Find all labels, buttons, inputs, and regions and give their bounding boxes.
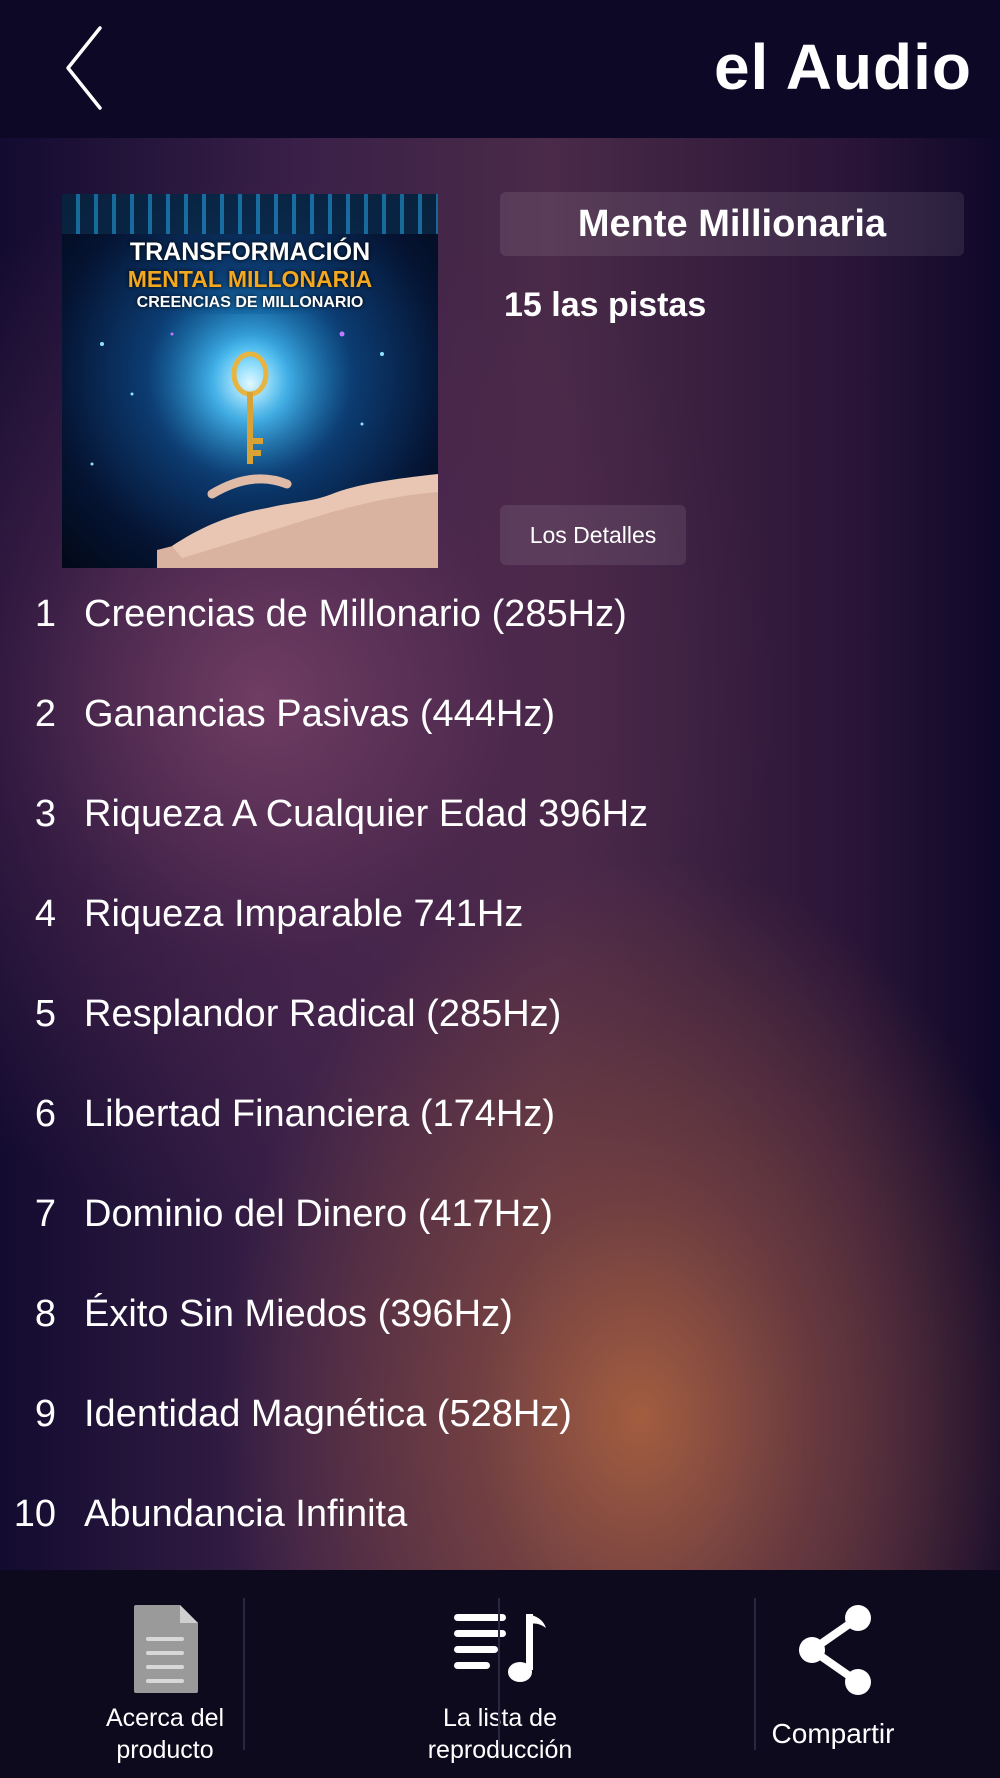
cover-line-2: MENTAL MILLONARIA: [127, 266, 373, 292]
track-item[interactable]: 9 Identidad Magnética (528Hz): [0, 1393, 1000, 1493]
bottom-nav-bar: Acerca del producto La lista de reproduc…: [0, 1570, 1000, 1778]
track-title: Riqueza Imparable 741Hz: [84, 893, 524, 935]
track-number: 6: [34, 1093, 56, 1135]
track-item[interactable]: 1 Creencias de Millonario (285Hz): [0, 593, 1000, 693]
document-icon: [134, 1605, 198, 1693]
nav-playlist[interactable]: La lista de reproducción: [330, 1570, 670, 1778]
track-title: Creencias de Millonario (285Hz): [84, 593, 627, 635]
cover-light-strip: [62, 194, 438, 234]
track-count: 15 las pistas: [504, 286, 707, 324]
nav-share[interactable]: Compartir: [760, 1570, 906, 1778]
top-bar: el Audio: [0, 0, 1000, 138]
cover-line-3: CREENCIAS DE MILLONARIO: [136, 294, 364, 311]
main-content: TRANSFORMACIÓN MENTAL MILLONARIA CREENCI…: [0, 138, 1000, 1570]
chevron-left-icon: [66, 26, 102, 110]
cover-line-1: TRANSFORMACIÓN: [129, 238, 371, 266]
track-number: 2: [34, 693, 56, 735]
track-title: Resplandor Radical (285Hz): [84, 993, 562, 1035]
track-item[interactable]: 7 Dominio del Dinero (417Hz): [0, 1193, 1000, 1293]
track-item[interactable]: 8 Éxito Sin Miedos (396Hz): [0, 1293, 1000, 1393]
track-number: 10: [13, 1493, 56, 1535]
track-number: 7: [34, 1193, 56, 1235]
track-number: 8: [34, 1293, 56, 1335]
nav-divider: [243, 1598, 245, 1750]
track-item[interactable]: 10 Abundancia Infinita: [0, 1493, 1000, 1570]
nav-divider: [754, 1598, 756, 1750]
track-item[interactable]: 5 Resplandor Radical (285Hz): [0, 993, 1000, 1093]
track-title: Riqueza A Cualquier Edad 396Hz: [84, 793, 649, 835]
track-title: Ganancias Pasivas (444Hz): [84, 693, 555, 735]
track-title: Dominio del Dinero (417Hz): [84, 1193, 553, 1235]
track-number: 5: [34, 993, 56, 1035]
album-cover[interactable]: TRANSFORMACIÓN MENTAL MILLONARIA CREENCI…: [62, 194, 438, 568]
track-title: Éxito Sin Miedos (396Hz): [84, 1293, 513, 1335]
nav-label-about: Acerca del producto: [105, 1704, 225, 1764]
share-icon: [799, 1605, 871, 1695]
track-item[interactable]: 3 Riqueza A Cualquier Edad 396Hz: [0, 793, 1000, 893]
track-number: 4: [34, 893, 56, 935]
track-number: 1: [34, 593, 56, 635]
nav-label-playlist: La lista de reproducción: [427, 1704, 573, 1764]
track-item[interactable]: 4 Riqueza Imparable 741Hz: [0, 893, 1000, 993]
track-title: Libertad Financiera (174Hz): [84, 1093, 556, 1135]
track-number: 3: [34, 793, 56, 835]
track-number: 9: [34, 1393, 56, 1435]
track-item[interactable]: 6 Libertad Financiera (174Hz): [0, 1093, 1000, 1193]
nav-divider: [498, 1598, 500, 1750]
track-title: Abundancia Infinita: [84, 1493, 408, 1535]
back-button[interactable]: [52, 18, 122, 118]
cover-key-hand-art: [90, 314, 438, 568]
nav-label-share: Compartir: [771, 1718, 895, 1749]
page-title: el Audio: [713, 31, 972, 103]
track-title: Identidad Magnética (528Hz): [84, 1393, 572, 1435]
album-title: Mente Millionaria: [500, 192, 964, 256]
track-item[interactable]: 2 Ganancias Pasivas (444Hz): [0, 693, 1000, 793]
nav-about-product[interactable]: Acerca del producto: [0, 1570, 330, 1778]
playlist-icon: [454, 1614, 546, 1682]
details-button[interactable]: Los Detalles: [500, 505, 686, 565]
